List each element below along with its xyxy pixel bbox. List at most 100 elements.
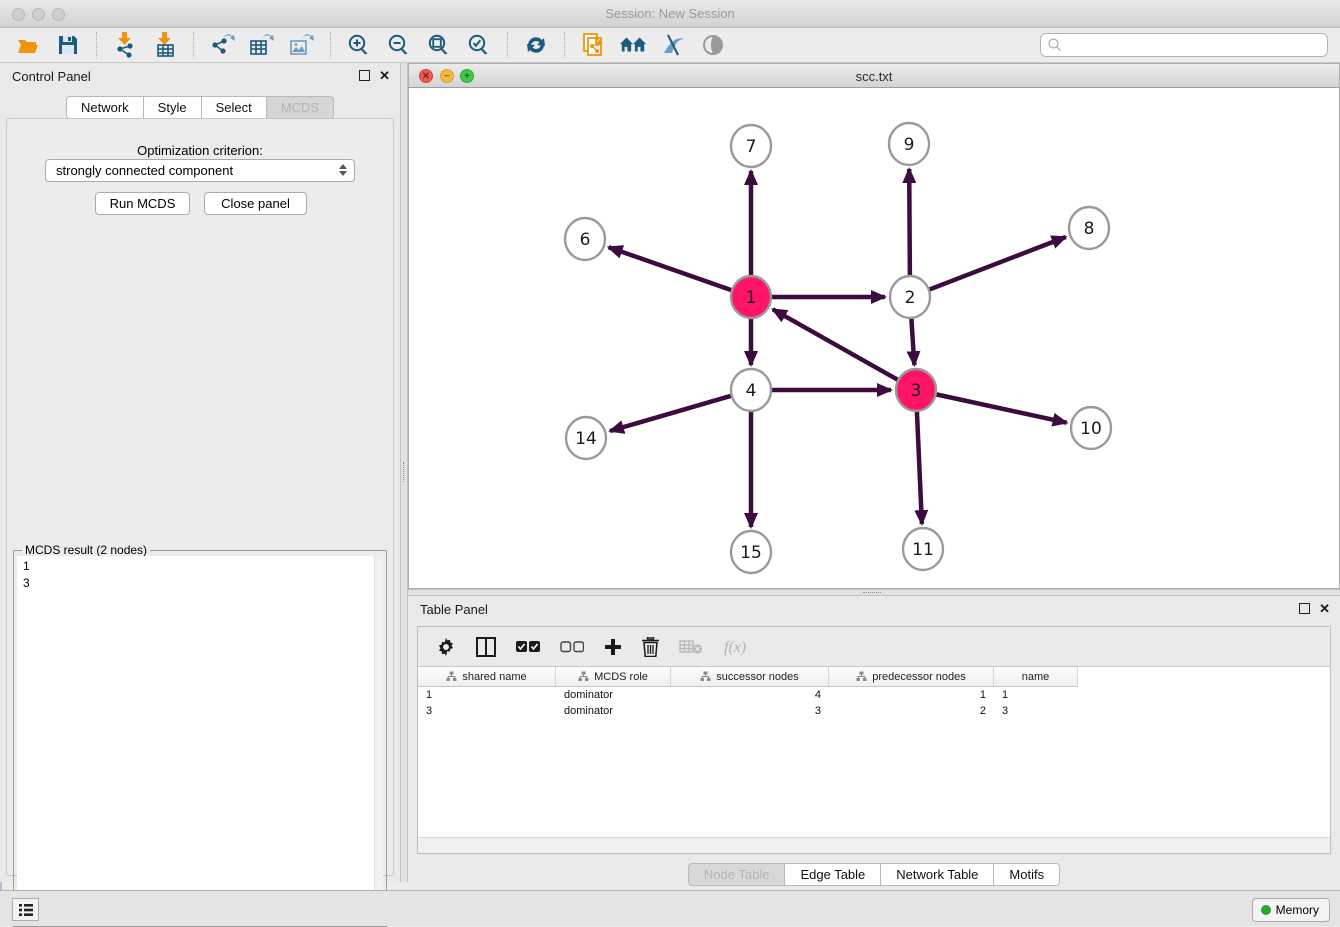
- select-all-icon[interactable]: [516, 641, 540, 653]
- run-mcds-button[interactable]: Run MCDS: [95, 192, 190, 215]
- graph-node-4[interactable]: 4: [731, 369, 771, 411]
- close-panel-icon[interactable]: ✕: [379, 68, 390, 84]
- trash-icon[interactable]: [642, 637, 659, 657]
- edge-4-14[interactable]: [610, 395, 733, 431]
- export-table-icon[interactable]: [248, 31, 276, 59]
- table-cell: dominator: [556, 705, 671, 717]
- zoom-fit-icon[interactable]: [425, 31, 453, 59]
- tab-network-table[interactable]: Network Table: [880, 863, 993, 886]
- network-window-titlebar[interactable]: ✕ − + scc.txt: [408, 63, 1340, 88]
- edge-3-10[interactable]: [935, 394, 1067, 423]
- close-table-panel-icon[interactable]: ✕: [1319, 601, 1330, 617]
- show-all-icon[interactable]: [699, 31, 727, 59]
- graph-node-10[interactable]: 10: [1071, 407, 1111, 449]
- svg-text:1: 1: [746, 288, 757, 308]
- control-panel-header: Control Panel ✕: [0, 63, 400, 89]
- close-panel-button[interactable]: Close panel: [204, 192, 307, 215]
- tab-node-table[interactable]: Node Table: [688, 863, 785, 886]
- svg-text:f(x): f(x): [724, 639, 746, 656]
- open-folder-icon[interactable]: [14, 31, 42, 59]
- graph-node-6[interactable]: 6: [565, 218, 605, 260]
- column-header-shared-name[interactable]: shared name: [418, 667, 556, 687]
- column-header-name[interactable]: name: [994, 667, 1078, 687]
- function-icon: f(x): [723, 637, 753, 657]
- graph-node-11[interactable]: 11: [903, 528, 943, 570]
- import-network-icon[interactable]: [111, 31, 139, 59]
- tab-network[interactable]: Network: [66, 96, 143, 119]
- horizontal-splitter[interactable]: [408, 589, 1340, 596]
- import-table-icon[interactable]: [151, 31, 179, 59]
- graph-node-3[interactable]: 3: [896, 369, 936, 411]
- edge-3-11[interactable]: [917, 409, 922, 524]
- save-icon[interactable]: [54, 31, 82, 59]
- tab-style[interactable]: Style: [143, 96, 201, 119]
- zoom-out-icon[interactable]: [385, 31, 413, 59]
- control-panel: Control Panel ✕ NetworkStyleSelectMCDS O…: [0, 63, 400, 882]
- node-table[interactable]: shared nameMCDS rolesuccessor nodesprede…: [418, 667, 1330, 837]
- first-neighbors-icon[interactable]: [619, 31, 647, 59]
- tab-mcds[interactable]: MCDS: [266, 96, 334, 119]
- graph-node-15[interactable]: 15: [731, 531, 771, 573]
- table-cell: 4: [671, 689, 829, 701]
- table-horizontal-scrollbar[interactable]: [418, 837, 1330, 853]
- result-scrollbar[interactable]: [374, 556, 383, 923]
- list-icon: [18, 903, 34, 917]
- network-view-window: ✕ − + scc.txt 7 9 6 8 1 2 4 3 14 10 15 11: [408, 63, 1340, 589]
- network-canvas[interactable]: 7 9 6 8 1 2 4 3 14 10 15 11: [408, 88, 1340, 589]
- copy-network-icon[interactable]: [579, 31, 607, 59]
- add-icon[interactable]: [604, 638, 622, 656]
- table-cell: 3: [671, 705, 829, 717]
- graph-node-14[interactable]: 14: [566, 417, 606, 459]
- float-panel-icon[interactable]: [359, 70, 370, 81]
- export-image-icon[interactable]: [288, 31, 316, 59]
- edge-2-8[interactable]: [928, 237, 1066, 290]
- graph-node-7[interactable]: 7: [731, 125, 771, 167]
- table-cell: 2: [829, 705, 994, 717]
- export-network-icon[interactable]: [208, 31, 236, 59]
- table-panel: Table Panel ✕ f(x) shared nameMCDS roles…: [408, 596, 1340, 890]
- criterion-dropdown[interactable]: strongly connected component: [45, 159, 355, 182]
- column-header-MCDS-role[interactable]: MCDS role: [556, 667, 671, 687]
- vertical-splitter[interactable]: [400, 63, 408, 882]
- search-icon: [1047, 37, 1063, 53]
- task-history-button[interactable]: [12, 898, 39, 921]
- table-cell: 3: [418, 705, 556, 717]
- svg-text:15: 15: [740, 543, 762, 563]
- unselect-all-icon[interactable]: [560, 641, 584, 653]
- table-cell: 1: [829, 689, 994, 701]
- graph-node-9[interactable]: 9: [889, 123, 929, 165]
- window-title: Session: New Session: [0, 6, 1340, 21]
- svg-text:3: 3: [911, 381, 922, 401]
- gear-icon[interactable]: [436, 637, 456, 657]
- refresh-layout-icon[interactable]: [522, 31, 550, 59]
- memory-button[interactable]: Memory: [1252, 898, 1330, 922]
- network-graph[interactable]: 7 9 6 8 1 2 4 3 14 10 15 11: [409, 88, 1339, 587]
- graph-node-2[interactable]: 2: [890, 276, 930, 318]
- tab-edge-table[interactable]: Edge Table: [784, 863, 880, 886]
- edge-3-1[interactable]: [773, 309, 900, 380]
- table-cell: 1: [994, 689, 1078, 701]
- table-row[interactable]: 1dominator411: [418, 687, 1330, 703]
- columns-icon[interactable]: [476, 637, 496, 657]
- search-input[interactable]: [1040, 33, 1328, 57]
- column-header-successor-nodes[interactable]: successor nodes: [671, 667, 829, 687]
- tab-select[interactable]: Select: [201, 96, 266, 119]
- zoom-selected-icon[interactable]: [465, 31, 493, 59]
- zoom-in-icon[interactable]: [345, 31, 373, 59]
- column-header-predecessor-nodes[interactable]: predecessor nodes: [829, 667, 994, 687]
- edge-2-9[interactable]: [909, 169, 910, 278]
- svg-text:4: 4: [746, 381, 757, 401]
- edge-2-3[interactable]: [911, 316, 914, 365]
- mcds-result-text[interactable]: 1 3: [17, 556, 383, 923]
- graph-node-1[interactable]: 1: [731, 276, 771, 318]
- graph-node-8[interactable]: 8: [1069, 207, 1109, 249]
- edge-1-6[interactable]: [609, 247, 734, 291]
- float-table-panel-icon[interactable]: [1299, 603, 1310, 614]
- search-field[interactable]: [1063, 36, 1327, 54]
- dropdown-arrows-icon: [339, 164, 347, 176]
- hide-selected-icon[interactable]: [659, 31, 687, 59]
- tab-motifs[interactable]: Motifs: [993, 863, 1060, 886]
- table-row[interactable]: 3dominator323: [418, 703, 1330, 719]
- control-panel-title: Control Panel: [12, 69, 91, 84]
- table-header-row: shared nameMCDS rolesuccessor nodesprede…: [418, 667, 1330, 687]
